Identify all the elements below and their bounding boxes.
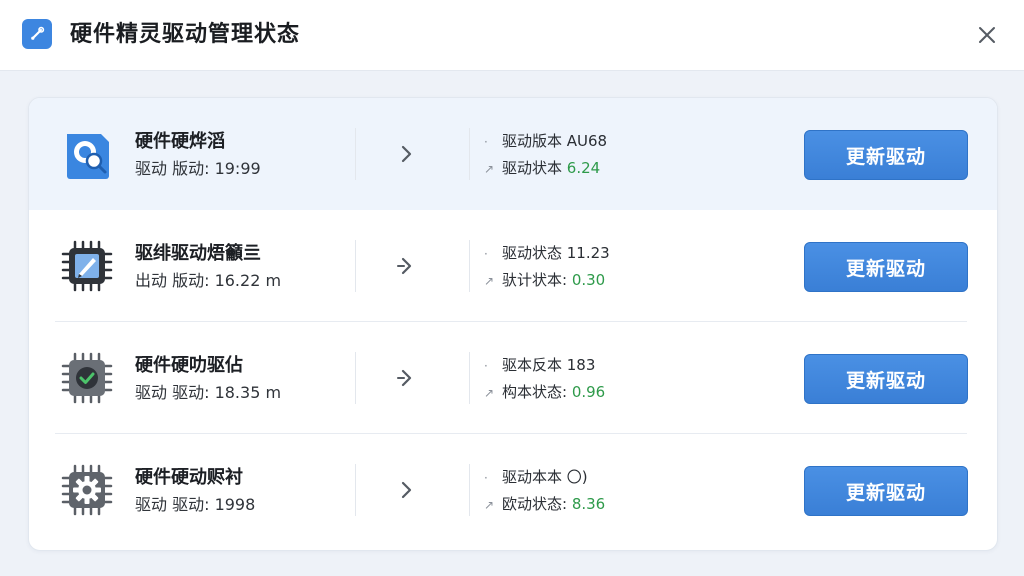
driver-status-value: 8.36 bbox=[571, 495, 606, 513]
wrench-app-icon bbox=[22, 19, 52, 49]
bullet-icon: · bbox=[484, 247, 488, 261]
driver-version-text: 驱动本本 〇) bbox=[502, 468, 588, 486]
device-driver-info: 驱动 驱动: 18.35 m bbox=[135, 383, 282, 402]
driver-status-value: 0.96 bbox=[571, 383, 606, 401]
device-driver-info: 出动 版动: 16.22 m bbox=[135, 271, 282, 290]
device-driver-info: 驱动 驱动: 1998 bbox=[135, 495, 256, 514]
divider bbox=[355, 352, 356, 404]
driver-status: ↗ 驱动状本 6.24 bbox=[484, 158, 600, 179]
title-bar: 硬件精灵驱动管理状态 bbox=[0, 0, 1024, 71]
driver-version: · 驱动版本 AU68 bbox=[484, 131, 607, 152]
device-name: 硬件硬烨滔 bbox=[135, 131, 225, 152]
trend-arrow-icon: ↗ bbox=[484, 386, 495, 400]
arrow-right-icon bbox=[395, 366, 419, 390]
window-title: 硬件精灵驱动管理状态 bbox=[70, 22, 301, 47]
divider bbox=[469, 240, 470, 292]
update-driver-button[interactable]: 更新驱动 bbox=[804, 242, 968, 292]
driver-row[interactable]: 驱绯驱动焐籲亖 出动 版动: 16.22 m · 驱动状态 11.23 ↗ 驮计状本… bbox=[29, 210, 997, 322]
chip-check-icon bbox=[59, 350, 115, 406]
divider bbox=[355, 128, 356, 180]
hardware-search-icon bbox=[59, 126, 115, 182]
driver-list-panel: 硬件硬烨滔 驱动 版动: 19:99 · 驱动版本 AU68 ↗ 驱动状本 6.24… bbox=[28, 97, 998, 551]
driver-version-text: 驱本反本 183 bbox=[502, 356, 596, 374]
driver-status-label: 构本状态: bbox=[502, 383, 572, 401]
driver-status-label: 驱动状本 bbox=[502, 159, 567, 177]
device-name: 驱绯驱动焐籲亖 bbox=[135, 243, 261, 264]
driver-status: ↗ 驮计状本: 0.30 bbox=[484, 270, 605, 291]
device-name: 硬件硬叻驱佔 bbox=[135, 355, 243, 376]
trend-arrow-icon: ↗ bbox=[484, 162, 495, 176]
divider bbox=[355, 464, 356, 516]
bullet-icon: · bbox=[484, 471, 488, 485]
driver-version-text: 驱动状态 11.23 bbox=[502, 244, 610, 262]
trend-arrow-icon: ↗ bbox=[484, 498, 495, 512]
arrow-right-icon bbox=[395, 254, 419, 278]
driver-status-label: 欧动状态: bbox=[502, 495, 572, 513]
close-icon bbox=[979, 27, 995, 43]
driver-status-value: 6.24 bbox=[566, 159, 601, 177]
device-driver-info: 驱动 版动: 19:99 bbox=[135, 159, 261, 178]
driver-row[interactable]: 硬件硬烨滔 驱动 版动: 19:99 · 驱动版本 AU68 ↗ 驱动状本 6.24… bbox=[29, 98, 997, 210]
device-name: 硬件硬动赆衬 bbox=[135, 467, 243, 488]
driver-version-text: 驱动版本 AU68 bbox=[502, 132, 608, 150]
chevron-right-icon bbox=[395, 142, 419, 166]
driver-status-label: 驮计状本: bbox=[502, 271, 572, 289]
driver-version: · 驱本反本 183 bbox=[484, 355, 595, 376]
driver-version: · 驱动本本 〇) bbox=[484, 467, 588, 488]
divider bbox=[469, 464, 470, 516]
close-button[interactable] bbox=[974, 22, 1000, 48]
update-driver-button[interactable]: 更新驱动 bbox=[804, 466, 968, 516]
chevron-right-icon bbox=[395, 478, 419, 502]
driver-status-value: 0.30 bbox=[571, 271, 606, 289]
driver-status: ↗ 欧动状态: 8.36 bbox=[484, 494, 605, 515]
update-driver-button[interactable]: 更新驱动 bbox=[804, 130, 968, 180]
chip-gear-icon bbox=[59, 462, 115, 518]
divider bbox=[469, 128, 470, 180]
bullet-icon: · bbox=[484, 359, 488, 373]
update-driver-button[interactable]: 更新驱动 bbox=[804, 354, 968, 404]
driver-status: ↗ 构本状态: 0.96 bbox=[484, 382, 605, 403]
driver-version: · 驱动状态 11.23 bbox=[484, 243, 610, 264]
driver-row[interactable]: 硬件硬动赆衬 驱动 驱动: 1998 · 驱动本本 〇) ↗ 欧动状态: 8.36 … bbox=[29, 434, 997, 546]
divider bbox=[469, 352, 470, 404]
chip-edit-icon bbox=[59, 238, 115, 294]
bullet-icon: · bbox=[484, 135, 488, 149]
divider bbox=[355, 240, 356, 292]
trend-arrow-icon: ↗ bbox=[484, 274, 495, 288]
driver-row[interactable]: 硬件硬叻驱佔 驱动 驱动: 18.35 m · 驱本反本 183 ↗ 构本状态: 0… bbox=[29, 322, 997, 434]
